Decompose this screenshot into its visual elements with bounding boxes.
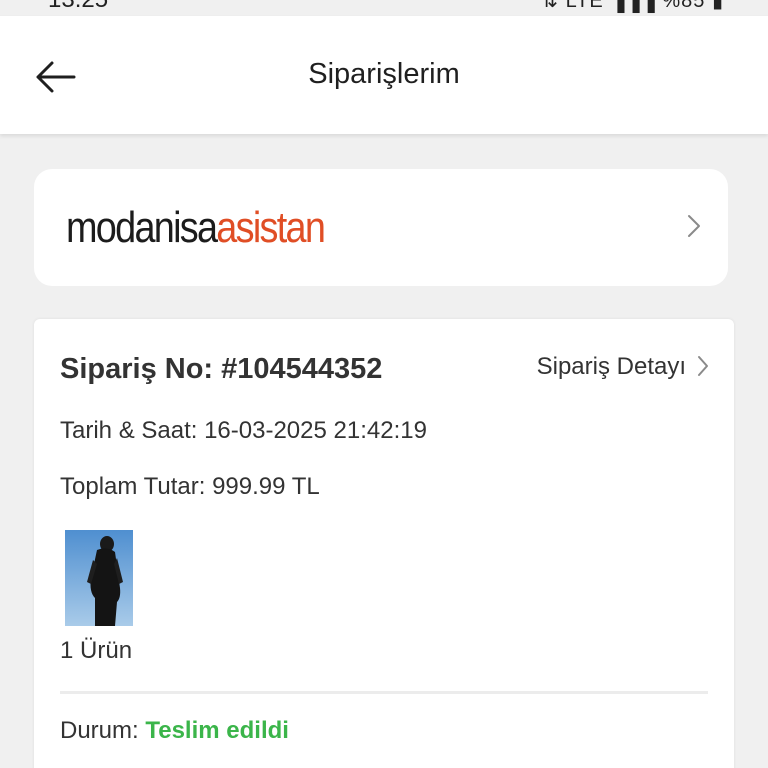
- brand-secondary-text: asistan: [216, 203, 326, 252]
- brand-primary-text: modanisa: [66, 203, 218, 252]
- order-card: Sipariş No: #104544352 Sipariş Detayı Ta…: [34, 319, 734, 768]
- app-header: Siparişlerim: [0, 16, 768, 134]
- status-time: 13:25: [48, 0, 108, 14]
- order-date: Tarih & Saat: 16-03-2025 21:42:19: [60, 417, 427, 444]
- status-bar: 13:25 ⇅ LTE ▐▐▐ %85 ▮: [0, 0, 768, 16]
- assistant-banner[interactable]: modanisaasistan: [34, 169, 728, 286]
- chevron-right-icon: [698, 356, 708, 376]
- page-title: Siparişlerim: [308, 58, 460, 90]
- divider: [60, 691, 708, 694]
- product-photo: [65, 530, 133, 626]
- order-detail-link[interactable]: Sipariş Detayı: [537, 353, 710, 381]
- status-label: Durum:: [60, 717, 139, 744]
- item-count: 1 Ürün: [60, 637, 133, 664]
- order-status: Durum: Teslim edildi: [60, 717, 289, 745]
- order-number: Sipariş No: #104544352: [60, 353, 383, 385]
- status-indicators: ⇅ LTE ▐▐▐ %85 ▮: [541, 0, 724, 12]
- order-total: Toplam Tutar: 999.99 TL: [60, 473, 320, 500]
- product-thumbnail[interactable]: [65, 530, 133, 626]
- chevron-right-icon: [688, 215, 700, 237]
- modanisa-asistan-logo: modanisaasistan: [66, 203, 326, 253]
- status-value: Teslim edildi: [145, 717, 289, 744]
- order-detail-label: Sipariş Detayı: [536, 353, 686, 380]
